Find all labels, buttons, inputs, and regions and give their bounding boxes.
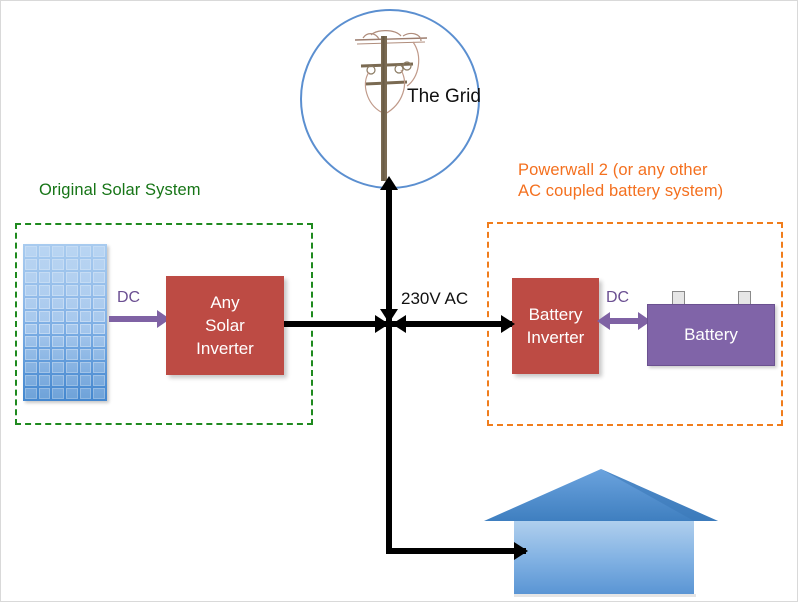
powerwall-group-label: Powerwall 2 (or any other AC coupled bat… [518, 161, 724, 200]
dc-arrow-inverter-to-battery [609, 318, 639, 324]
ac-wire-bus-to-grid [386, 181, 392, 324]
dc-label-left: DC [117, 289, 141, 306]
dc-label-right: DC [606, 289, 630, 306]
solar-panel [23, 244, 107, 401]
grid-label: The Grid [407, 86, 481, 107]
arrowhead-to-grid-icon [380, 176, 398, 190]
diagram-canvas: Original Solar System DC Any Solar Inver… [0, 0, 798, 602]
battery-terminal-left [672, 291, 685, 305]
arrowhead-into-bus-from-top-icon [380, 309, 398, 323]
ac-wire-bus-to-battery-inverter [390, 321, 512, 327]
ac-wire-feeder-to-house [386, 548, 526, 554]
battery-inverter-box: Battery Inverter [512, 278, 599, 374]
house-icon [481, 461, 726, 601]
dc-arrowhead-left-icon [597, 312, 610, 330]
arrowhead-to-house-icon [514, 542, 528, 560]
ac-bus-voltage-label: 230V AC [401, 289, 469, 308]
ac-wire-bus-down-to-house-feeder [386, 324, 392, 551]
solar-system-group-label: Original Solar System [39, 181, 201, 199]
battery-terminal-right [738, 291, 751, 305]
arrowhead-to-battery-inverter-icon [501, 315, 515, 333]
dc-arrow-panel-to-inverter [109, 316, 159, 322]
battery-box: Battery [647, 304, 775, 366]
solar-inverter-box: Any Solar Inverter [166, 276, 284, 375]
